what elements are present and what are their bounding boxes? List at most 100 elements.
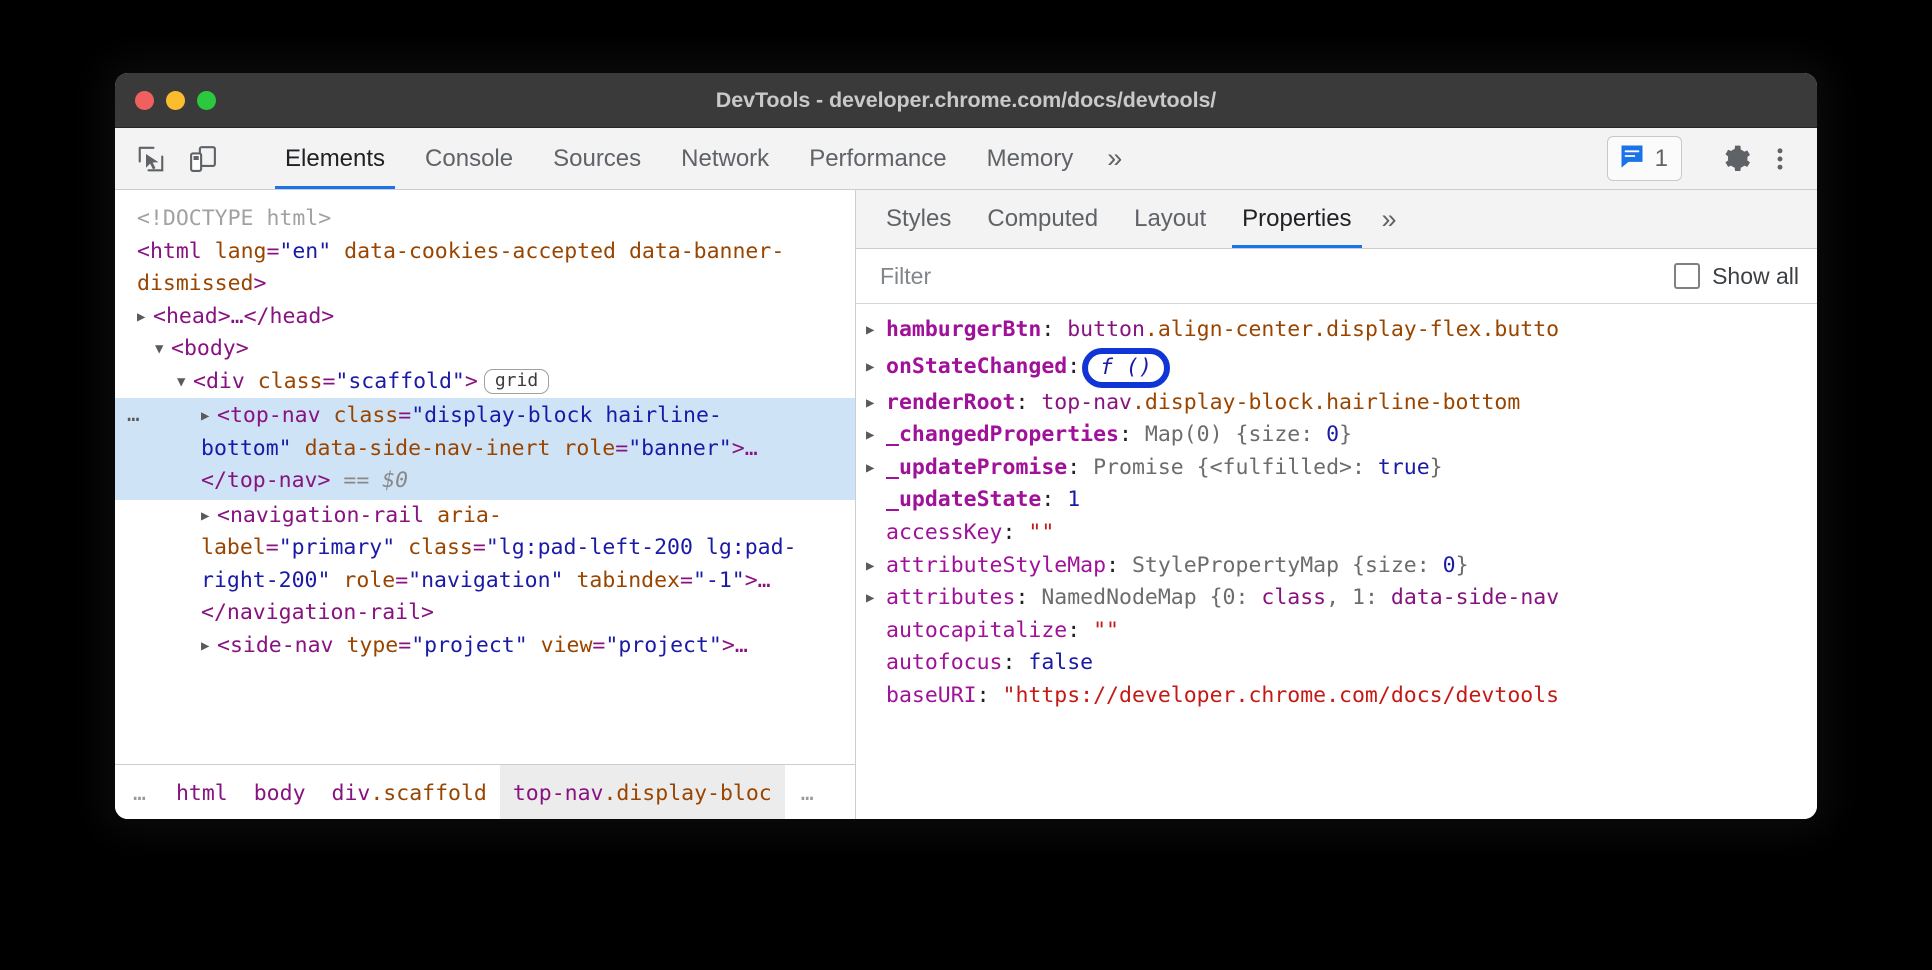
property-value-class: .align-center.display-flex.butto (1145, 317, 1559, 342)
breadcrumb-item-body[interactable]: body (241, 765, 319, 819)
side-nav-attr-view-value: "project" (605, 633, 722, 658)
property-row-accessKey[interactable]: accessKey: "" (856, 517, 1817, 550)
top-nav-open-tag: <top-nav (217, 403, 321, 428)
property-name: baseURI (886, 683, 977, 708)
filter-input[interactable] (878, 262, 1674, 291)
head-expand-arrow-icon[interactable] (137, 301, 153, 334)
tab-styles[interactable]: Styles (868, 190, 969, 248)
doctype-text: <!DOCTYPE html> (137, 206, 331, 231)
top-nav-expand-arrow-icon[interactable] (201, 400, 217, 433)
properties-list[interactable]: hamburgerBtn: button.align-center.displa… (856, 304, 1817, 819)
dom-node-body[interactable]: <body> (115, 333, 855, 366)
property-value-string: "" (1028, 520, 1054, 545)
node-overflow-ellipsis[interactable]: … (127, 398, 141, 431)
expand-arrow-icon[interactable] (866, 351, 886, 384)
tab-properties[interactable]: Properties (1224, 190, 1369, 248)
breadcrumb-item-html[interactable]: html (163, 765, 241, 819)
device-toolbar-icon[interactable] (184, 140, 222, 178)
grid-badge[interactable]: grid (484, 369, 549, 394)
minimize-window-button[interactable] (166, 91, 185, 110)
breadcrumb-item-html-tag: html (176, 781, 228, 806)
expand-arrow-icon[interactable] (866, 550, 886, 583)
tab-network[interactable]: Network (661, 128, 789, 189)
side-nav-expand-arrow-icon[interactable] (201, 630, 217, 663)
property-value-string: "" (1093, 618, 1119, 643)
property-row-hamburgerBtn[interactable]: hamburgerBtn: button.align-center.displa… (856, 314, 1817, 347)
dom-node-navigation-rail[interactable]: <navigation-rail aria-label="primary" cl… (115, 500, 855, 630)
property-value-string: "https://developer.chrome.com/docs/devto… (1003, 683, 1560, 708)
property-row-_updatePromise[interactable]: _updatePromise: Promise {<fulfilled>: tr… (856, 452, 1817, 485)
zoom-window-button[interactable] (197, 91, 216, 110)
html-attr-lang-value: "en" (279, 239, 331, 264)
nav-rail-attr-role-value: "navigation" (408, 568, 563, 593)
property-row-attributeStyleMap[interactable]: attributeStyleMap: StylePropertyMap {siz… (856, 550, 1817, 583)
property-value-node: button (1067, 317, 1145, 342)
property-value-attr-1: data-side-nav (1391, 585, 1559, 610)
property-value-object-end: } (1339, 422, 1352, 447)
property-row-_updateState[interactable]: _updateState: 1 (856, 484, 1817, 517)
property-value-object-end: } (1430, 455, 1443, 480)
property-row-baseURI[interactable]: baseURI: "https://developer.chrome.com/d… (856, 680, 1817, 713)
tab-sources[interactable]: Sources (533, 128, 661, 189)
property-value-attr-0: class (1261, 585, 1326, 610)
dom-node-doctype[interactable]: <!DOCTYPE html> (115, 203, 855, 236)
nav-rail-attr-role: role (343, 568, 395, 593)
body-collapse-arrow-icon[interactable] (155, 333, 171, 366)
nav-rail-open-tag: <navigation-rail (217, 503, 424, 528)
more-panels-chevron-icon[interactable]: » (1093, 128, 1136, 189)
property-row-autofocus[interactable]: autofocus: false (856, 647, 1817, 680)
tab-console[interactable]: Console (405, 128, 533, 189)
breadcrumb-item-div-scaffold[interactable]: div.scaffold (319, 765, 500, 819)
tab-elements[interactable]: Elements (265, 128, 405, 189)
property-row-attributes[interactable]: attributes: NamedNodeMap {0: class, 1: d… (856, 582, 1817, 615)
close-window-button[interactable] (135, 91, 154, 110)
property-row-autocapitalize[interactable]: autocapitalize: "" (856, 615, 1817, 648)
dom-node-top-nav[interactable]: … <top-nav class="display-block hairline… (115, 398, 855, 500)
dom-node-html[interactable]: <html lang="en" data-cookies-accepted da… (115, 236, 855, 301)
expand-arrow-icon[interactable] (866, 314, 886, 347)
show-all-checkbox[interactable] (1674, 263, 1700, 289)
html-open-tag: <html (137, 239, 202, 264)
breadcrumb-overflow-left[interactable]: … (115, 765, 163, 819)
tab-elements-label: Elements (285, 145, 385, 173)
div-collapse-arrow-icon[interactable] (177, 366, 193, 399)
dom-node-div-scaffold[interactable]: <div class="scaffold">grid (115, 366, 855, 399)
nav-rail-attr-aria-label-value: "primary" (279, 535, 396, 560)
property-name: _updatePromise (886, 455, 1067, 480)
expand-arrow-icon[interactable] (866, 419, 886, 452)
top-nav-attr-role: role (563, 436, 615, 461)
tab-layout[interactable]: Layout (1116, 190, 1224, 248)
kebab-menu-icon[interactable] (1761, 140, 1799, 178)
breadcrumb-item-top-nav[interactable]: top-nav.display-bloc (500, 765, 785, 819)
dom-tree[interactable]: <!DOCTYPE html> <html lang="en" data-coo… (115, 190, 855, 764)
expand-arrow-icon[interactable] (866, 582, 886, 615)
tab-performance-label: Performance (809, 145, 946, 173)
property-value-function: f () (1100, 355, 1152, 380)
tab-layout-label: Layout (1134, 205, 1206, 233)
dom-node-head[interactable]: <head>…</head> (115, 301, 855, 334)
show-all-toggle[interactable]: Show all (1674, 263, 1799, 290)
tab-computed[interactable]: Computed (969, 190, 1116, 248)
nav-rail-close-bracket: >… (745, 568, 771, 593)
more-sidebar-tabs-chevron-icon[interactable]: » (1370, 190, 1409, 248)
navigation-rail-expand-arrow-icon[interactable] (201, 500, 217, 533)
annotation-highlight-ring: f () (1082, 348, 1170, 388)
nav-rail-end-tag: </navigation-rail> (201, 600, 434, 625)
dom-node-side-nav[interactable]: <side-nav type="project" view="project">… (115, 630, 855, 663)
property-row-renderRoot[interactable]: renderRoot: top-nav.display-block.hairli… (856, 387, 1817, 420)
property-value-object: Promise {<fulfilled>: (1093, 455, 1378, 480)
breadcrumb-overflow-right[interactable]: … (785, 765, 831, 819)
inspect-element-icon[interactable] (132, 140, 170, 178)
gear-icon[interactable] (1717, 140, 1755, 178)
expand-arrow-icon[interactable] (866, 387, 886, 420)
tab-performance[interactable]: Performance (789, 128, 966, 189)
property-row-onStateChanged[interactable]: onStateChanged:f () (856, 347, 1817, 387)
tab-memory[interactable]: Memory (967, 128, 1094, 189)
top-nav-attr-role-value: "banner" (628, 436, 732, 461)
issues-badge[interactable]: 1 (1607, 136, 1682, 181)
property-value-boolean: false (1028, 650, 1093, 675)
window-title: DevTools - developer.chrome.com/docs/dev… (115, 88, 1817, 113)
property-row-_changedProperties[interactable]: _changedProperties: Map(0) {size: 0} (856, 419, 1817, 452)
tab-memory-label: Memory (987, 145, 1074, 173)
expand-arrow-icon[interactable] (866, 452, 886, 485)
